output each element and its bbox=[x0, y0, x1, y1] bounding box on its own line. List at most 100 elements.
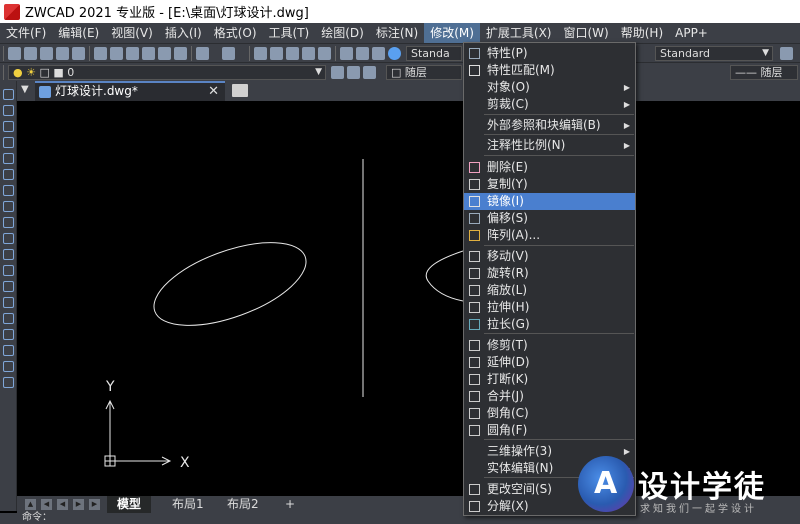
text-style-select[interactable]: Standa bbox=[406, 46, 462, 61]
modify-menu-item-5[interactable]: 注释性比例(N) ▶ bbox=[464, 137, 635, 154]
modify-menu-item-18[interactable]: 打断(K) bbox=[464, 371, 635, 388]
modify-menu-item-6[interactable]: 删除(E) bbox=[464, 159, 635, 176]
zoom-previous-icon[interactable] bbox=[302, 47, 315, 60]
ellipse-left[interactable] bbox=[144, 226, 317, 343]
document-tab[interactable]: 灯球设计.dwg* ✕ bbox=[35, 81, 225, 101]
menu-item-7[interactable]: 标注(N) bbox=[370, 23, 424, 43]
table-style-icon[interactable] bbox=[780, 47, 793, 60]
prev-layout-icon[interactable]: ◀ bbox=[41, 499, 52, 510]
ellipse-icon[interactable] bbox=[3, 233, 14, 244]
modify-menu-item-20[interactable]: 倒角(C) bbox=[464, 405, 635, 422]
circle-icon[interactable] bbox=[3, 185, 14, 196]
zoom-realtime-icon[interactable] bbox=[270, 47, 283, 60]
layer-select[interactable]: ● ☀ □ ■ 0 ▼ bbox=[8, 65, 326, 80]
polygon-icon[interactable] bbox=[3, 137, 14, 148]
layout-tab-2[interactable]: 布局2 bbox=[217, 496, 269, 513]
gradient-icon[interactable] bbox=[3, 329, 14, 340]
new-file-icon[interactable] bbox=[8, 47, 21, 60]
line-icon[interactable] bbox=[3, 89, 14, 100]
insert-block-icon[interactable] bbox=[3, 265, 14, 276]
paste-icon[interactable] bbox=[126, 47, 139, 60]
modify-menu-item-11[interactable]: 移动(V) bbox=[464, 248, 635, 265]
modify-menu-item-0[interactable]: 特性(P) bbox=[464, 45, 635, 62]
rectangle-icon[interactable] bbox=[3, 153, 14, 164]
help-icon[interactable] bbox=[388, 47, 401, 60]
spline-icon[interactable] bbox=[3, 217, 14, 228]
tab-menu-arrow-icon[interactable]: ▼ bbox=[21, 84, 29, 95]
layout-tab-1[interactable]: 布局1 bbox=[162, 496, 214, 513]
linetype-select[interactable]: —— 随层 bbox=[730, 65, 798, 80]
menu-item-5[interactable]: 工具(T) bbox=[263, 23, 316, 43]
make-current-layer-icon[interactable] bbox=[331, 66, 344, 79]
layer-previous-icon[interactable] bbox=[347, 66, 360, 79]
table-icon[interactable] bbox=[3, 361, 14, 372]
hatch-icon[interactable] bbox=[3, 313, 14, 324]
ellipse-right-partial[interactable] bbox=[425, 250, 464, 302]
copy-clip-icon[interactable] bbox=[110, 47, 123, 60]
menu-item-2[interactable]: 视图(V) bbox=[105, 23, 159, 43]
modify-menu-item-3[interactable]: 剪裁(C) ▶ bbox=[464, 96, 635, 113]
pan-icon[interactable] bbox=[254, 47, 267, 60]
modify-menu-item-13[interactable]: 缩放(L) bbox=[464, 282, 635, 299]
layer-states-icon[interactable] bbox=[363, 66, 376, 79]
print-preview-icon[interactable] bbox=[72, 47, 85, 60]
close-icon[interactable]: ✕ bbox=[208, 83, 219, 100]
color-select[interactable]: □ 随层 bbox=[386, 65, 462, 80]
modify-menu-item-12[interactable]: 旋转(R) bbox=[464, 265, 635, 282]
menu-item-0[interactable]: 文件(F) bbox=[0, 23, 52, 43]
new-tab-icon[interactable] bbox=[232, 84, 248, 97]
dimension-style-select[interactable]: Standard ▼ bbox=[655, 46, 773, 61]
modify-menu-item-10[interactable]: 阵列(A)... bbox=[464, 227, 635, 244]
modify-menu-item-4[interactable]: 外部参照和块编辑(B) ▶ bbox=[464, 117, 635, 134]
last-layout-icon[interactable]: ▶ bbox=[89, 499, 100, 510]
point-icon[interactable] bbox=[3, 297, 14, 308]
modify-menu-item-2[interactable]: 对象(O) ▶ bbox=[464, 79, 635, 96]
modify-menu-item-8[interactable]: 镜像(I) bbox=[464, 193, 635, 210]
print-icon[interactable] bbox=[56, 47, 69, 60]
ellipse-arc-icon[interactable] bbox=[3, 249, 14, 260]
menu-item-12[interactable]: APP+ bbox=[669, 23, 714, 43]
region-icon[interactable] bbox=[3, 345, 14, 356]
menu-item-11[interactable]: 帮助(H) bbox=[615, 23, 669, 43]
redo-icon[interactable] bbox=[222, 47, 235, 60]
modify-menu-item-7[interactable]: 复制(Y) bbox=[464, 176, 635, 193]
next-layout-icon[interactable]: ▶ bbox=[73, 499, 84, 510]
prev-layout-icon[interactable]: ◀ bbox=[57, 499, 68, 510]
arc-icon[interactable] bbox=[3, 121, 14, 132]
modify-menu-item-15[interactable]: 拉长(G) bbox=[464, 316, 635, 333]
properties-palette-icon[interactable] bbox=[340, 47, 353, 60]
modify-menu-item-16[interactable]: 修剪(T) bbox=[464, 337, 635, 354]
layout-tab-0[interactable]: 模型 bbox=[107, 496, 152, 513]
modify-menu-item-14[interactable]: 拉伸(H) bbox=[464, 299, 635, 316]
design-center-icon[interactable] bbox=[356, 47, 369, 60]
mtext-icon[interactable] bbox=[3, 377, 14, 388]
menu-item-1[interactable]: 编辑(E) bbox=[52, 23, 105, 43]
tool-palette-icon[interactable] bbox=[372, 47, 385, 60]
save-icon[interactable] bbox=[40, 47, 53, 60]
cut-icon[interactable] bbox=[94, 47, 107, 60]
undo-icon[interactable] bbox=[196, 47, 209, 60]
polyline-icon[interactable] bbox=[3, 105, 14, 116]
cloud-icon[interactable] bbox=[3, 201, 14, 212]
modify-menu-item-21[interactable]: 圆角(F) bbox=[464, 422, 635, 439]
paste-special-icon[interactable] bbox=[142, 47, 155, 60]
match-brush-icon[interactable] bbox=[158, 47, 171, 60]
drawing-canvas[interactable]: Y X bbox=[18, 101, 800, 496]
menu-item-8[interactable]: 修改(M) bbox=[424, 23, 480, 43]
make-block-icon[interactable] bbox=[3, 281, 14, 292]
ortho-icon[interactable] bbox=[318, 47, 331, 60]
modify-menu-item-1[interactable]: 特性匹配(M) bbox=[464, 62, 635, 79]
block-icon[interactable] bbox=[174, 47, 187, 60]
arc2-icon[interactable] bbox=[3, 169, 14, 180]
modify-menu-item-19[interactable]: 合并(J) bbox=[464, 388, 635, 405]
menu-item-10[interactable]: 窗口(W) bbox=[558, 23, 615, 43]
first-layout-icon[interactable]: ▲ bbox=[25, 499, 36, 510]
open-file-icon[interactable] bbox=[24, 47, 37, 60]
add-layout-button[interactable]: + bbox=[275, 496, 305, 513]
modify-menu-item-9[interactable]: 偏移(S) bbox=[464, 210, 635, 227]
zoom-window-icon[interactable] bbox=[286, 47, 299, 60]
menu-item-3[interactable]: 插入(I) bbox=[159, 23, 208, 43]
menu-item-9[interactable]: 扩展工具(X) bbox=[480, 23, 558, 43]
menu-item-6[interactable]: 绘图(D) bbox=[315, 23, 370, 43]
menu-item-4[interactable]: 格式(O) bbox=[208, 23, 263, 43]
